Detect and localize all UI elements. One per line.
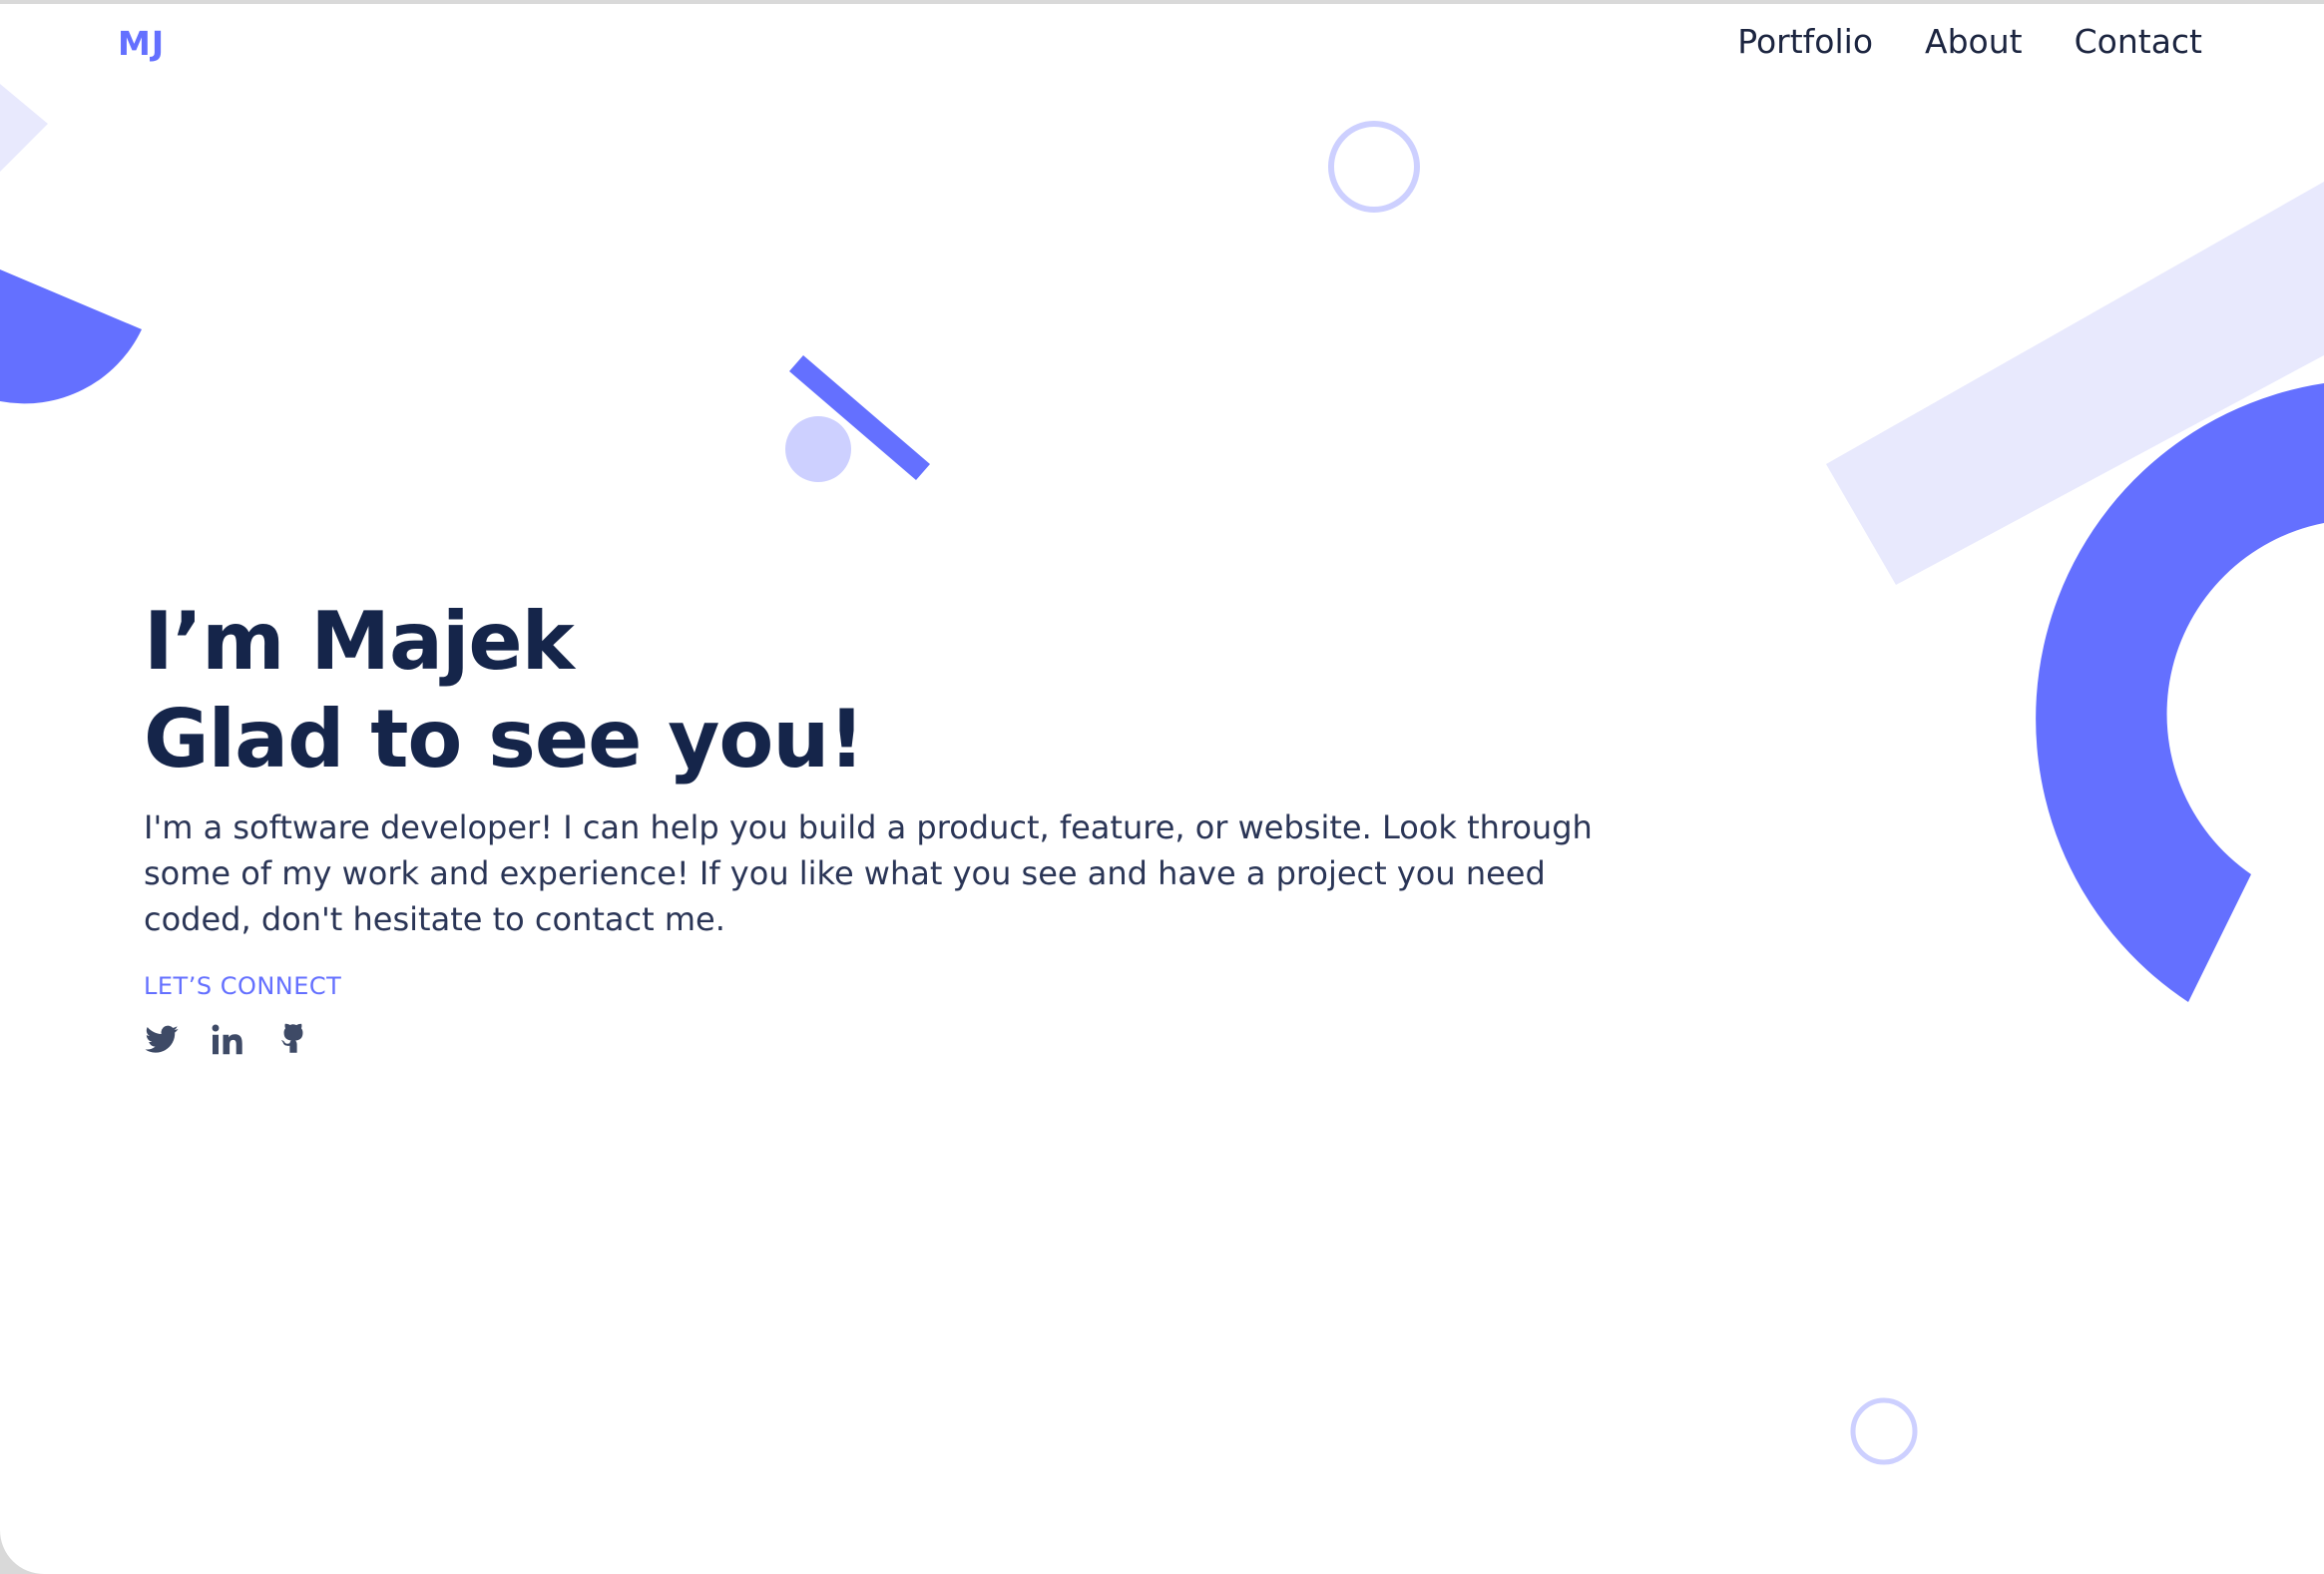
nav-contact[interactable]: Contact <box>2075 22 2202 61</box>
blue-half-disc-shape <box>0 269 142 404</box>
social-links <box>144 1022 1680 1058</box>
linkedin-icon[interactable] <box>210 1022 245 1058</box>
hero-title: I’m Majek Glad to see you! <box>144 593 1680 788</box>
twitter-icon[interactable] <box>144 1022 180 1058</box>
nav-about[interactable]: About <box>1925 22 2023 61</box>
circle-outline-small-shape <box>1850 1397 1918 1465</box>
connect-label: LET’S CONNECT <box>144 972 342 1000</box>
hero-title-line1: I’m Majek <box>144 595 575 688</box>
hero-title-line2: Glad to see you! <box>144 693 865 786</box>
hero-section: I’m Majek Glad to see you! I'm a softwar… <box>144 593 1680 1058</box>
nav-portfolio[interactable]: Portfolio <box>1737 22 1873 61</box>
hero-intro: I'm a software developer! I can help you… <box>144 808 1593 938</box>
circle-outline-shape <box>1328 121 1420 213</box>
site-logo[interactable]: MJ <box>118 24 165 63</box>
landing-page: MJ Portfolio About Contact I’m Majek Gla… <box>0 4 2324 1574</box>
light-dot-shape <box>785 416 851 482</box>
main-nav: Portfolio About Contact <box>1737 22 2202 61</box>
pale-diamond-shape <box>0 84 48 172</box>
github-icon[interactable] <box>275 1022 311 1058</box>
